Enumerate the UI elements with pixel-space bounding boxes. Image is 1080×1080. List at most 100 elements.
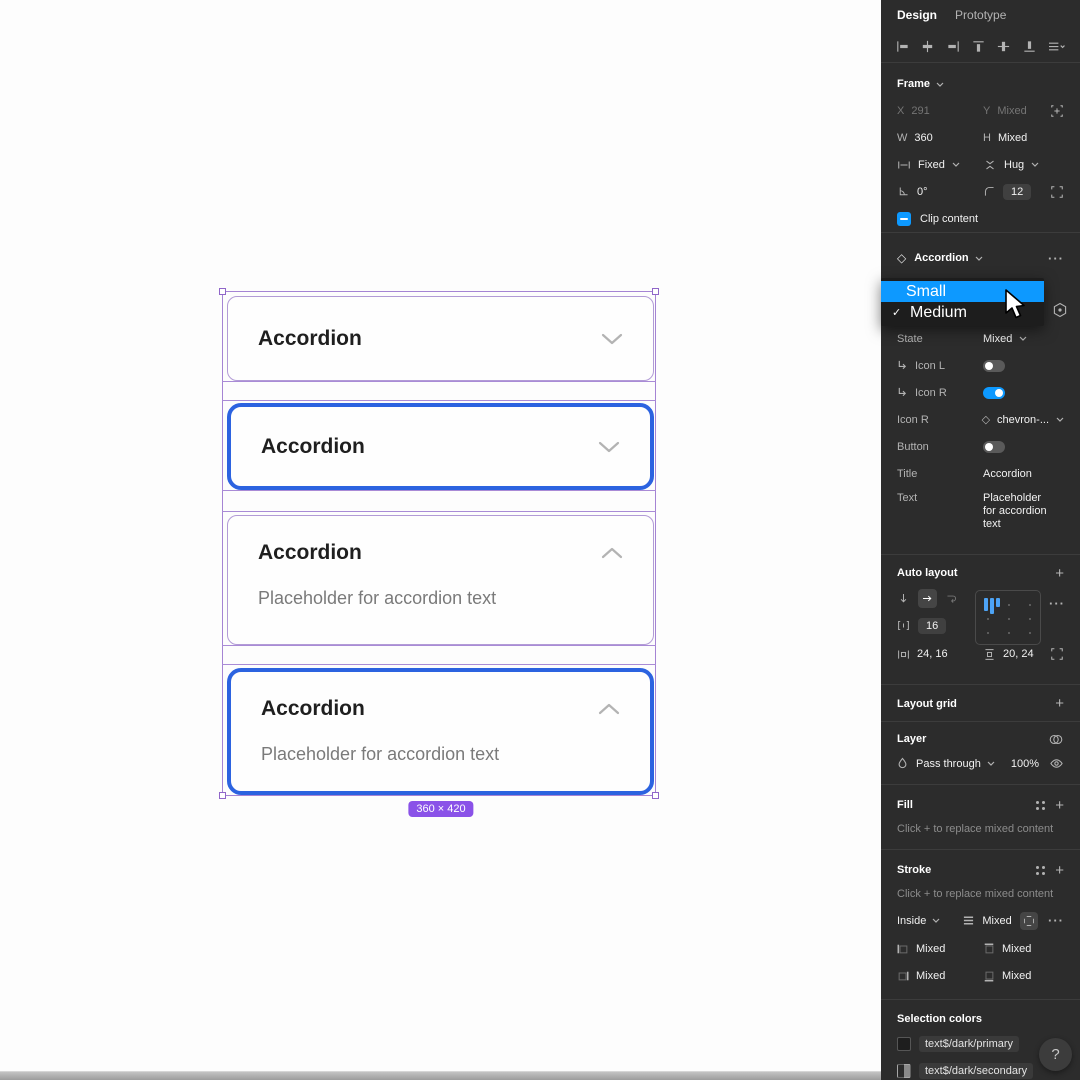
stroke-bottom-icon xyxy=(983,970,995,982)
height-value[interactable]: Mixed xyxy=(998,132,1027,144)
auto-layout-add-icon[interactable]: + xyxy=(1055,566,1064,581)
nested-property-icon xyxy=(897,387,908,398)
instance-diamond-icon: ◇ xyxy=(981,414,991,426)
accordion-title: Accordion xyxy=(261,697,365,720)
x-value[interactable]: 291 xyxy=(911,105,929,117)
auto-layout-header: Auto layout xyxy=(897,567,958,579)
accordion-title: Accordion xyxy=(261,434,365,458)
y-value[interactable]: Mixed xyxy=(997,105,1026,117)
stroke-left-value[interactable]: Mixed xyxy=(916,943,945,955)
alignment-widget[interactable] xyxy=(975,590,1041,645)
accordion-card-collapsed-selected[interactable]: Accordion xyxy=(227,403,654,490)
horizontal-padding-value[interactable]: 24, 16 xyxy=(917,648,948,660)
icon-l-label: Icon L xyxy=(915,359,945,372)
layout-grid-add-icon[interactable]: + xyxy=(1055,696,1064,711)
frame-section-header[interactable]: Frame xyxy=(897,78,930,90)
tab-prototype[interactable]: Prototype xyxy=(955,8,1006,22)
component-name[interactable]: Accordion xyxy=(914,252,968,264)
individual-strokes-icon[interactable] xyxy=(1020,911,1038,930)
layout-wrap-icon[interactable] xyxy=(945,592,958,605)
mouse-cursor-icon xyxy=(1004,289,1032,326)
chevron-down-icon[interactable] xyxy=(598,440,620,454)
layer-header: Layer xyxy=(897,733,927,745)
stroke-weight-icon xyxy=(962,915,975,926)
accordion-card-collapsed[interactable]: Accordion xyxy=(227,296,654,381)
stroke-weight-value[interactable]: Mixed xyxy=(982,915,1011,927)
selection-color-name[interactable]: text$/dark/secondary xyxy=(919,1062,1034,1079)
color-swatch[interactable] xyxy=(897,1036,911,1051)
align-vertical-center-icon[interactable] xyxy=(996,39,1011,54)
opacity-value[interactable]: 100% xyxy=(1011,758,1039,770)
clip-content-checkbox[interactable] xyxy=(897,211,911,226)
selection-handle-top-left[interactable] xyxy=(219,288,226,295)
button-toggle[interactable] xyxy=(983,440,1005,453)
gap-value[interactable]: 16 xyxy=(918,617,947,634)
vertical-sizing-value[interactable]: Hug xyxy=(1004,159,1024,171)
stroke-right-value[interactable]: Mixed xyxy=(916,970,945,982)
align-left-icon[interactable] xyxy=(895,39,910,54)
independent-corners-icon[interactable] xyxy=(1050,185,1064,199)
stroke-left-icon xyxy=(897,943,909,955)
horizontal-resize-icon xyxy=(897,158,911,172)
selection-handle-bottom-right[interactable] xyxy=(652,792,659,799)
fill-add-icon[interactable]: + xyxy=(1055,798,1064,813)
component-overflow-icon[interactable]: ··· xyxy=(1048,252,1064,265)
chevron-down-icon[interactable] xyxy=(601,332,623,346)
stroke-overflow-icon[interactable]: ··· xyxy=(1048,914,1064,927)
help-button[interactable]: ? xyxy=(1039,1038,1072,1071)
horizontal-scrollbar[interactable] xyxy=(0,1071,881,1080)
chevron-up-icon[interactable] xyxy=(601,546,623,560)
fill-styles-icon[interactable] xyxy=(1036,800,1046,810)
align-top-icon[interactable] xyxy=(971,39,986,54)
vertical-padding-value[interactable]: 20, 24 xyxy=(1003,648,1034,660)
component-diamond-icon: ◇ xyxy=(897,251,907,265)
stroke-add-icon[interactable]: + xyxy=(1055,863,1064,878)
tab-design[interactable]: Design xyxy=(897,8,937,22)
layout-horizontal-icon[interactable] xyxy=(918,588,937,608)
horizontal-sizing-value[interactable]: Fixed xyxy=(918,159,945,171)
selection-guide-line xyxy=(222,381,656,382)
chevron-down-icon[interactable] xyxy=(975,256,983,261)
width-label: W xyxy=(897,131,908,144)
blend-circles-icon[interactable] xyxy=(1048,733,1064,746)
nested-property-icon xyxy=(897,360,908,371)
color-swatch[interactable] xyxy=(897,1063,911,1078)
component-config-icon[interactable] xyxy=(1052,302,1068,323)
layout-vertical-icon[interactable] xyxy=(897,592,910,605)
stroke-bottom-value[interactable]: Mixed xyxy=(1002,970,1031,982)
stroke-position-value[interactable]: Inside xyxy=(897,915,926,927)
tidy-up-icon[interactable] xyxy=(1047,39,1066,54)
constraints-icon[interactable] xyxy=(1050,104,1064,118)
align-right-icon[interactable] xyxy=(946,39,961,54)
chevron-up-icon[interactable] xyxy=(598,702,620,716)
fill-empty-text: Click + to replace mixed content xyxy=(897,823,1054,835)
independent-padding-icon[interactable] xyxy=(1050,647,1064,661)
icon-r-toggle[interactable] xyxy=(983,386,1005,399)
rotation-value[interactable]: 0° xyxy=(917,186,928,198)
text-value[interactable]: Placeholder for accordion text xyxy=(983,492,1053,531)
visibility-eye-icon[interactable] xyxy=(1049,757,1064,770)
selection-handle-bottom-left[interactable] xyxy=(219,792,226,799)
align-horizontal-center-icon[interactable] xyxy=(920,39,935,54)
state-value[interactable]: Mixed xyxy=(983,333,1012,345)
stroke-top-value[interactable]: Mixed xyxy=(1002,943,1031,955)
blend-mode-value[interactable]: Pass through xyxy=(916,758,981,770)
width-value[interactable]: 360 xyxy=(914,132,932,144)
accordion-card-expanded-selected[interactable]: Accordion Placeholder for accordion text xyxy=(227,668,654,795)
corner-radius-value[interactable]: 12 xyxy=(1003,183,1032,200)
horizontal-padding-icon xyxy=(897,648,910,661)
auto-layout-overflow-icon[interactable]: ··· xyxy=(1049,597,1065,610)
align-bottom-icon[interactable] xyxy=(1022,39,1037,54)
accordion-card-expanded[interactable]: Accordion Placeholder for accordion text xyxy=(227,515,654,645)
chevron-down-icon[interactable] xyxy=(1056,417,1064,422)
selection-handle-top-right[interactable] xyxy=(652,288,659,295)
icon-l-toggle[interactable] xyxy=(983,359,1005,372)
selection-color-name[interactable]: text$/dark/primary xyxy=(919,1035,1020,1052)
title-value[interactable]: Accordion xyxy=(983,468,1032,480)
accordion-title: Accordion xyxy=(258,541,362,564)
chevron-down-icon[interactable] xyxy=(936,82,944,87)
icon-r-select-value[interactable]: chevron-... xyxy=(997,414,1049,426)
chevron-down-icon xyxy=(1031,162,1039,167)
design-canvas[interactable]: Accordion Accordion Accordion Placeholde… xyxy=(0,0,881,1080)
stroke-styles-icon[interactable] xyxy=(1036,865,1046,875)
